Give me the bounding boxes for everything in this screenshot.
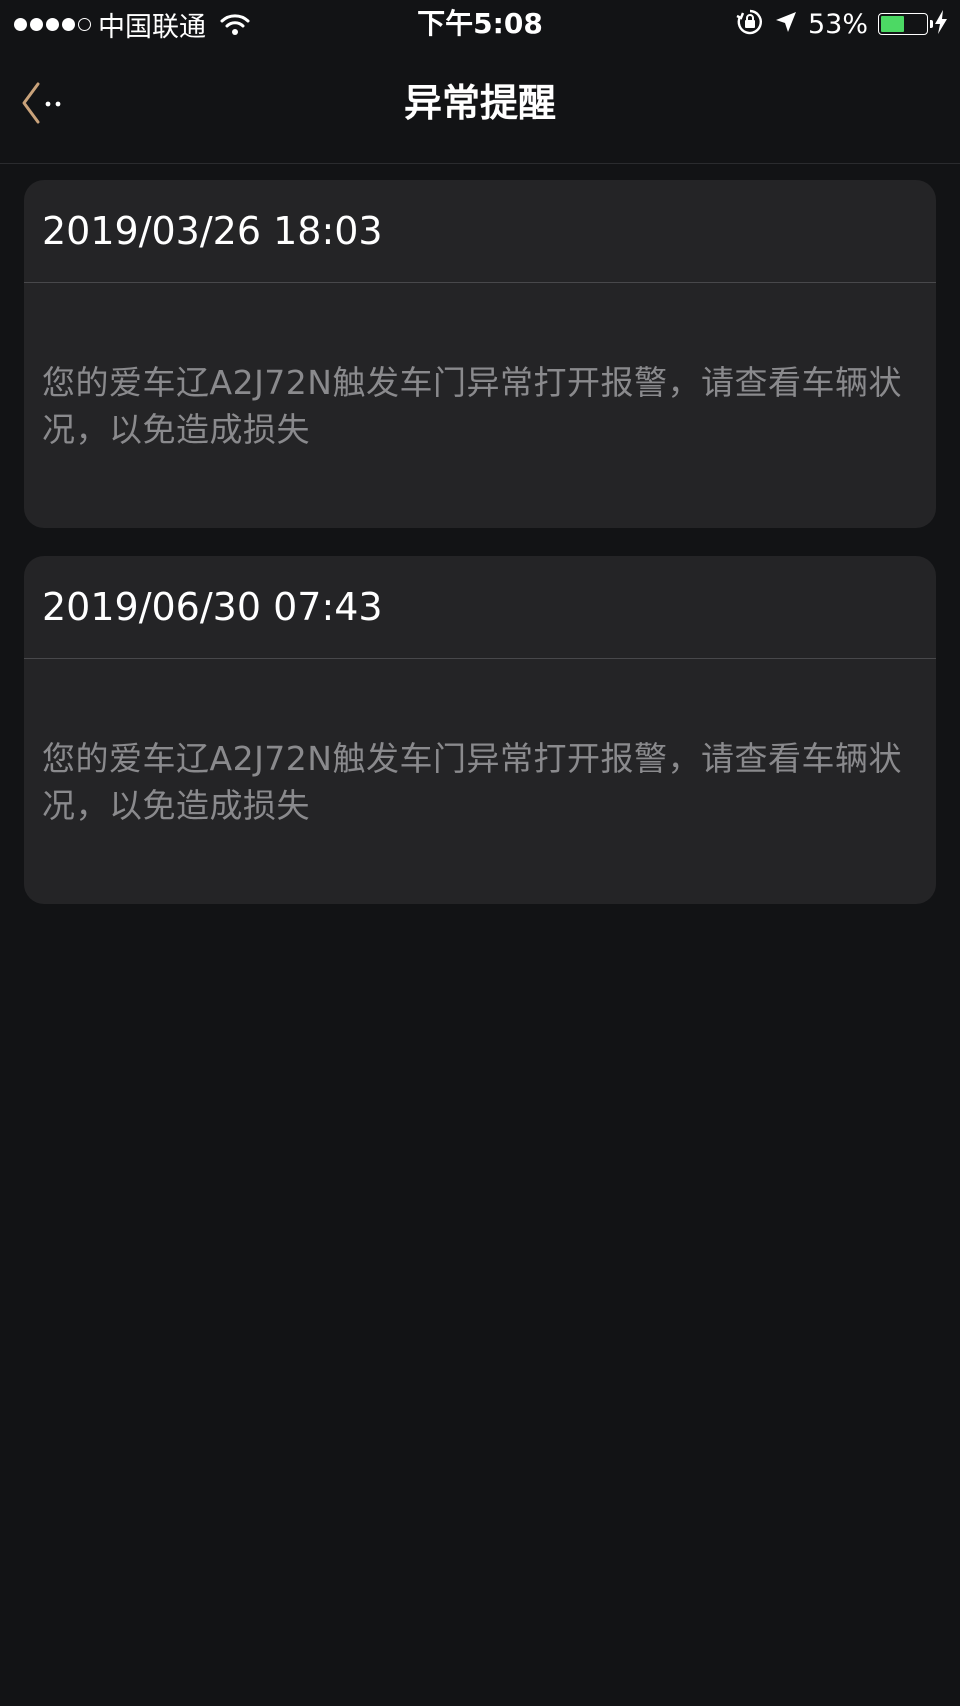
alert-datetime: 2019/03/26 18:03 [24,180,936,283]
charging-bolt-icon [934,10,948,38]
alert-body: 您的爱车辽A2J72N触发车门异常打开报警，请查看车辆状况，以免造成损失 [24,283,936,528]
battery-level [881,16,905,32]
alert-card[interactable]: 2019/06/30 07:43 您的爱车辽A2J72N触发车门异常打开报警，请… [24,556,936,904]
alert-datetime: 2019/06/30 07:43 [24,556,936,659]
alert-message: 您的爱车辽A2J72N触发车门异常打开报警，请查看车辆状况，以免造成损失 [42,362,902,449]
battery-icon [878,13,933,35]
rotation-lock-icon [736,8,764,40]
status-bar-right: 53% [726,6,948,42]
status-bar: 中国联通 下午5:08 53% [0,0,960,48]
alert-message: 您的爱车辽A2J72N触发车门异常打开报警，请查看车辆状况，以免造成损失 [42,738,902,825]
location-arrow-icon [774,10,798,38]
alert-list: 2019/03/26 18:03 您的爱车辽A2J72N触发车门异常打开报警，请… [24,180,936,932]
alert-card[interactable]: 2019/03/26 18:03 您的爱车辽A2J72N触发车门异常打开报警，请… [24,180,936,528]
page-title: 异常提醒 [403,81,556,125]
alert-body: 您的爱车辽A2J72N触发车门异常打开报警，请查看车辆状况，以免造成损失 [24,659,936,904]
navigation-bar: 异常提醒 [0,48,960,164]
battery-percentage: 53% [807,8,868,40]
